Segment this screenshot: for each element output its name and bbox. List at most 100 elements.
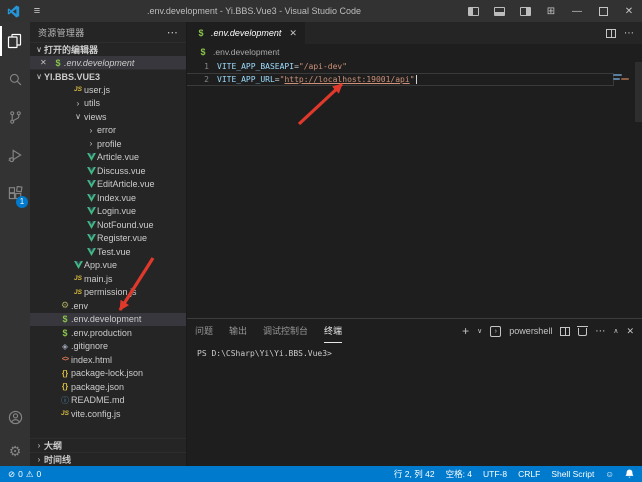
tree-file-vite.config.js[interactable]: JSvite.config.js <box>30 407 186 421</box>
tree-file-App.vue[interactable]: App.vue <box>30 259 186 273</box>
breadcrumb[interactable]: $ .env.development <box>187 44 642 60</box>
tree-file-README.md[interactable]: ⓘREADME.md <box>30 394 186 408</box>
tree-file-.env.development[interactable]: $.env.development <box>30 313 186 327</box>
account-icon[interactable] <box>0 398 30 436</box>
toggle-sidebar-icon[interactable] <box>460 0 486 22</box>
encoding[interactable]: UTF-8 <box>483 469 507 479</box>
chevron-down-icon: ∨ <box>72 112 84 121</box>
tree-file-.env[interactable]: ⚙.env <box>30 299 186 313</box>
language-mode[interactable]: Shell Script <box>551 469 594 479</box>
project-root-header[interactable]: ∨ YI.BBS.VUE3 <box>30 69 186 83</box>
tree-file-index.html[interactable]: <>index.html <box>30 353 186 367</box>
bottom-panel: 问题输出调试控制台终端 + ∨ › powershell ⋯ ∧ ✕ PS D: <box>187 318 642 466</box>
tree-file-main.js[interactable]: JSmain.js <box>30 272 186 286</box>
code-editor[interactable]: 1VITE_APP_BASEAPI="/api-dev"2VITE_APP_UR… <box>187 60 642 318</box>
tree-file-Index.vue[interactable]: Index.vue <box>30 191 186 205</box>
tree-file-permission.js[interactable]: JSpermission.js <box>30 286 186 300</box>
problems-status[interactable]: ⊘0 ⚠0 <box>8 469 41 480</box>
cursor-position[interactable]: 行 2, 列 42 <box>394 468 435 480</box>
tree-file-.env.production[interactable]: $.env.production <box>30 326 186 340</box>
tree-file-Discuss.vue[interactable]: Discuss.vue <box>30 164 186 178</box>
settings-gear-icon[interactable]: ⚙ <box>0 436 30 466</box>
toggle-secondary-sidebar-icon[interactable] <box>512 0 538 22</box>
customize-layout-icon[interactable]: ⊞ <box>538 0 564 22</box>
js-icon: JS <box>72 86 84 93</box>
tree-item-label: Article.vue <box>97 152 139 162</box>
split-terminal-icon[interactable] <box>560 327 570 336</box>
tree-file-package-lock.json[interactable]: {}package-lock.json <box>30 367 186 381</box>
token-link[interactable]: http://localhost:19001/api <box>284 73 409 86</box>
minimap[interactable] <box>613 60 635 318</box>
tree-item-label: .gitignore <box>71 341 108 351</box>
panel-tab-0[interactable]: 问题 <box>195 319 213 343</box>
panel-tab-1[interactable]: 输出 <box>229 319 247 343</box>
source-control-icon[interactable] <box>0 98 30 136</box>
vscode-logo-icon <box>0 5 26 18</box>
tree-file-package.json[interactable]: {}package.json <box>30 380 186 394</box>
tree-file-EditArticle.vue[interactable]: EditArticle.vue <box>30 178 186 192</box>
tree-folder-profile[interactable]: ›profile <box>30 137 186 151</box>
file-tree: JSuser.js›utils∨views›error›profileArtic… <box>30 83 186 421</box>
open-editor-item[interactable]: ✕$.env.development <box>30 56 186 69</box>
new-terminal-icon[interactable]: + <box>462 324 469 338</box>
terminal-prompt: PS D:\CSharp\Yi\Yi.BBS.Vue3> <box>197 349 332 358</box>
tree-folder-error[interactable]: ›error <box>30 124 186 138</box>
tree-folder-utils[interactable]: ›utils <box>30 97 186 111</box>
tree-item-label: .env <box>71 301 88 311</box>
tree-file-Register.vue[interactable]: Register.vue <box>30 232 186 246</box>
close-panel-icon[interactable]: ✕ <box>626 326 634 337</box>
tree-file-NotFound.vue[interactable]: NotFound.vue <box>30 218 186 232</box>
close-button[interactable]: ✕ <box>616 0 642 22</box>
terminal[interactable]: PS D:\CSharp\Yi\Yi.BBS.Vue3> <box>187 343 642 466</box>
vscode-window: ≡ .env.development - Yi.BBS.Vue3 - Visua… <box>0 0 642 482</box>
panel-tab-2[interactable]: 调试控制台 <box>263 319 308 343</box>
tree-file-Test.vue[interactable]: Test.vue <box>30 245 186 259</box>
explorer-sidebar: 资源管理器 ⋯ ∨ 打开的编辑器 ✕$.env.development ∨ YI… <box>30 22 186 466</box>
eol-sequence[interactable]: CRLF <box>518 469 540 479</box>
terminal-shell-label[interactable]: powershell <box>509 326 552 336</box>
vue-icon <box>85 180 97 188</box>
open-editors-header[interactable]: ∨ 打开的编辑器 <box>30 42 186 56</box>
panel-more-actions-icon[interactable]: ⋯ <box>595 326 605 337</box>
menu-icon[interactable]: ≡ <box>26 5 48 17</box>
search-icon[interactable] <box>0 60 30 98</box>
line-number: 2 <box>187 73 217 86</box>
timeline-section-header[interactable]: › 时间线 <box>30 452 186 466</box>
tab-close-icon[interactable]: ✕ <box>289 28 297 39</box>
indentation[interactable]: 空格: 4 <box>446 468 472 480</box>
tree-item-label: views <box>84 112 107 122</box>
terminal-dropdown-icon[interactable]: ∨ <box>477 327 482 335</box>
maximize-button[interactable] <box>590 0 616 22</box>
open-editor-label: .env.development <box>64 58 134 68</box>
editor-scrollbar[interactable] <box>635 62 642 122</box>
tree-file-.gitignore[interactable]: ◈.gitignore <box>30 340 186 354</box>
code-line-2[interactable]: 2VITE_APP_URL="http://localhost:19001/ap… <box>187 73 614 86</box>
shellscript-icon: $ <box>195 28 207 38</box>
vue-icon <box>85 248 97 256</box>
explorer-icon[interactable] <box>0 22 30 60</box>
js-icon: JS <box>72 275 84 282</box>
notifications-bell-icon[interactable] <box>625 469 634 479</box>
tree-file-user.js[interactable]: JSuser.js <box>30 83 186 97</box>
split-editor-icon[interactable] <box>606 29 616 38</box>
tree-file-Login.vue[interactable]: Login.vue <box>30 205 186 219</box>
tree-item-label: .env.development <box>71 314 141 324</box>
kill-terminal-icon[interactable] <box>578 326 587 336</box>
explorer-more-actions-icon[interactable]: ⋯ <box>167 26 178 39</box>
feedback-icon[interactable]: ☺ <box>605 469 614 479</box>
editor-more-actions-icon[interactable]: ⋯ <box>624 28 634 39</box>
tree-file-Article.vue[interactable]: Article.vue <box>30 151 186 165</box>
panel-tab-terminal[interactable]: 终端 <box>324 319 342 343</box>
toggle-panel-icon[interactable] <box>486 0 512 22</box>
minimize-button[interactable]: — <box>564 0 590 22</box>
breadcrumb-item[interactable]: .env.development <box>213 47 279 57</box>
run-debug-icon[interactable] <box>0 136 30 174</box>
maximize-panel-icon[interactable]: ∧ <box>613 327 618 335</box>
close-editor-icon[interactable]: ✕ <box>40 58 52 67</box>
tab-env-development[interactable]: $ .env.development ✕ <box>187 22 305 44</box>
code-line-1[interactable]: 1VITE_APP_BASEAPI="/api-dev" <box>187 60 642 73</box>
outline-section-header[interactable]: › 大纲 <box>30 438 186 452</box>
line-number: 1 <box>187 60 217 73</box>
tree-folder-views[interactable]: ∨views <box>30 110 186 124</box>
extensions-icon[interactable]: 1 <box>0 174 30 212</box>
